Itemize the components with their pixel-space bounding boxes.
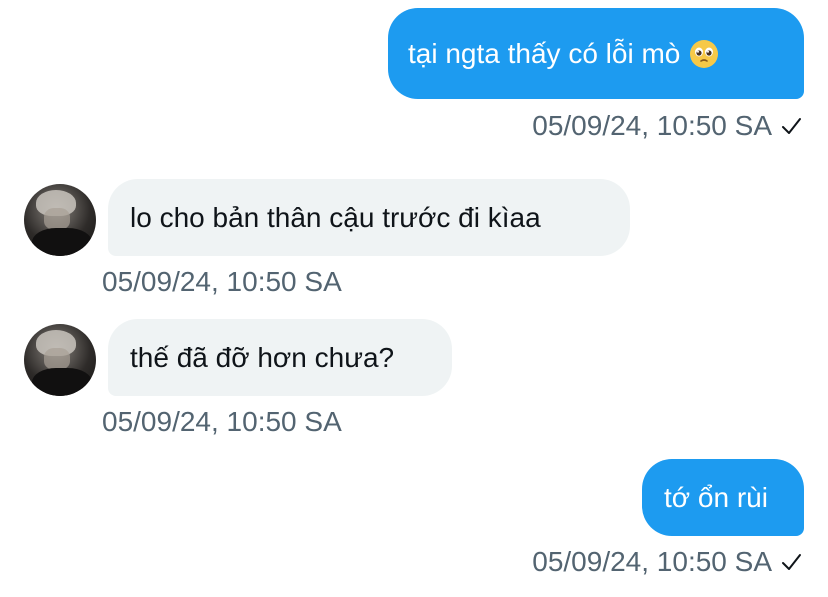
message-text: lo cho bản thân cậu trước đi kìaa bbox=[130, 201, 541, 233]
message-bubble-incoming[interactable]: lo cho bản thân cậu trước đi kìaa bbox=[108, 179, 630, 256]
message-timestamp: 05/09/24, 10:50 SA bbox=[532, 110, 802, 142]
message-timestamp: 05/09/24, 10:50 SA bbox=[102, 406, 342, 437]
pleading-face-emoji bbox=[690, 39, 719, 68]
avatar[interactable] bbox=[24, 324, 96, 396]
check-icon bbox=[782, 118, 801, 134]
message-timestamp: 05/09/24, 10:50 SA bbox=[102, 266, 342, 297]
message-timestamp: 05/09/24, 10:50 SA bbox=[532, 546, 802, 578]
message-text: tại ngta thấy có lỗi mò bbox=[408, 37, 681, 69]
message-text: thế đã đỡ hơn chưa? bbox=[130, 341, 395, 373]
check-icon bbox=[782, 554, 801, 570]
message-text: tớ ổn rùi bbox=[664, 481, 768, 513]
message-bubble-incoming[interactable]: thế đã đỡ hơn chưa? bbox=[108, 319, 452, 396]
avatar[interactable] bbox=[24, 184, 96, 256]
message-bubble-outgoing[interactable]: tớ ổn rùi bbox=[642, 459, 804, 536]
message-bubble-outgoing[interactable]: tại ngta thấy có lỗi mò bbox=[388, 8, 804, 99]
